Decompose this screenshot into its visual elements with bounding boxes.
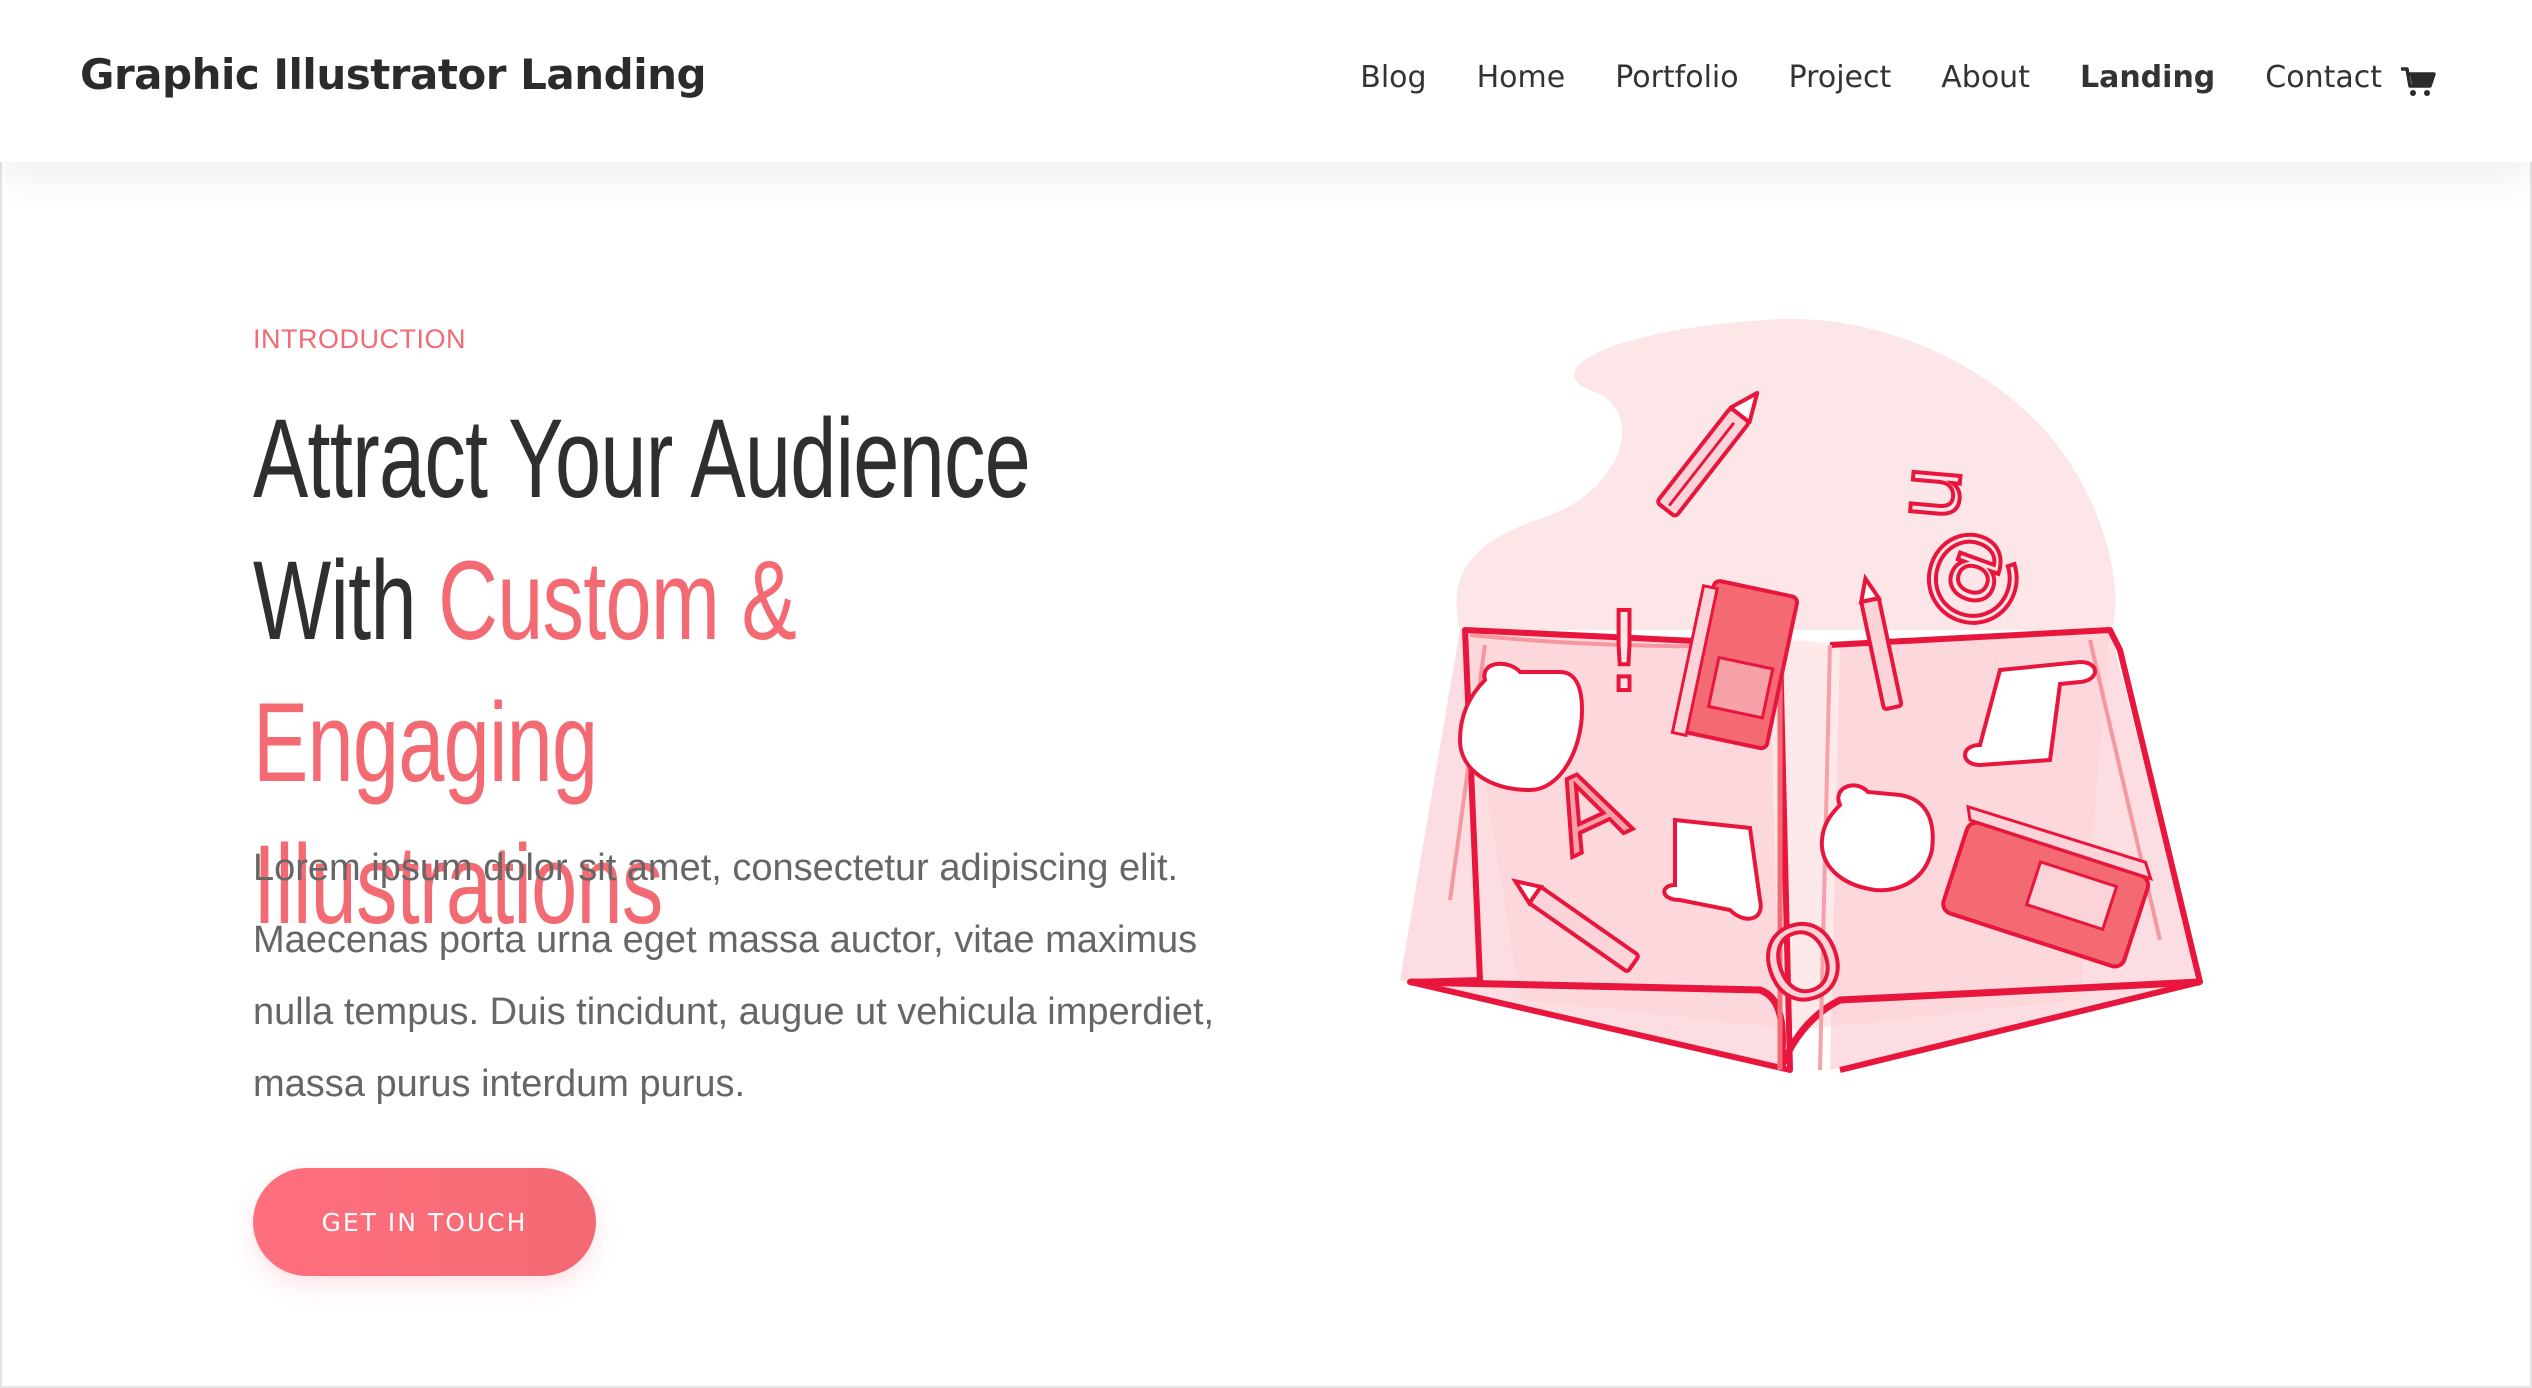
open-book-illustration: u @ ! A O: [1400, 318, 2203, 1073]
site-title[interactable]: Graphic Illustrator Landing: [80, 50, 707, 99]
nav-item-project[interactable]: Project: [1789, 60, 1892, 95]
headline-line-2-plain: With: [253, 538, 439, 663]
nav-item-contact[interactable]: Contact: [2265, 60, 2382, 95]
get-in-touch-button[interactable]: GET IN TOUCH: [253, 1168, 596, 1276]
headline-line-1: Attract Your Audience: [253, 396, 1031, 521]
section-eyebrow: INTRODUCTION: [253, 324, 466, 354]
nav-item-portfolio[interactable]: Portfolio: [1615, 60, 1738, 95]
nav-item-about[interactable]: About: [1941, 60, 2030, 95]
nav-item-landing[interactable]: Landing: [2080, 60, 2215, 95]
speech-bubble-icon-2: [1819, 783, 1935, 893]
nav-item-home[interactable]: Home: [1477, 60, 1566, 95]
shopping-cart-icon[interactable]: [2400, 66, 2436, 98]
letter-exclaim: !: [1602, 588, 1646, 716]
hero-body-text: Lorem ipsum dolor sit amet, consectetur …: [253, 847, 1215, 1105]
main-nav: Blog Home Portfolio Project About Landin…: [1310, 60, 2382, 95]
nav-item-blog[interactable]: Blog: [1360, 60, 1426, 95]
site-header: Graphic Illustrator Landing Blog Home Po…: [0, 0, 2532, 162]
